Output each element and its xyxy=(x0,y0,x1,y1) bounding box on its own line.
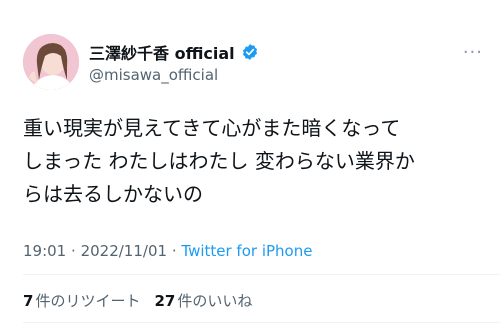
display-name[interactable]: 三澤紗千香 official xyxy=(89,40,235,64)
retweets-count: 7 xyxy=(23,292,34,310)
tweet-source-link[interactable]: Twitter for iPhone xyxy=(181,242,312,260)
retweets-label: 件のリツイート xyxy=(35,292,141,310)
tweet-stats: 7 件のリツイート 27 件のいいね xyxy=(23,290,252,311)
retweets-stat[interactable]: 7 件のリツイート xyxy=(23,290,140,311)
divider xyxy=(23,274,500,275)
tweet-date[interactable]: 2022/11/01 xyxy=(81,242,167,260)
tweet-text-line: しまった わたしはわたし 変わらない業界か xyxy=(23,149,415,173)
meta-separator: · xyxy=(71,242,76,260)
tweet-text-line: らは去るしかないの xyxy=(23,182,203,206)
avatar-image xyxy=(23,34,79,90)
likes-stat[interactable]: 27 件のいいね xyxy=(154,290,252,311)
name-row: 三澤紗千香 official xyxy=(89,40,259,64)
likes-count: 27 xyxy=(154,292,176,310)
tweet-meta: 19:01 · 2022/11/01 · Twitter for iPhone xyxy=(23,242,312,260)
tweet-text-line: 重い現実が見えてきて心がまた暗くなって xyxy=(23,116,401,140)
more-options-icon[interactable]: ··· xyxy=(453,40,483,64)
user-handle[interactable]: @misawa_official xyxy=(89,66,218,84)
tweet-header: 三澤紗千香 official @misawa_official ··· xyxy=(23,34,483,94)
tweet-text: 重い現実が見えてきて心がまた暗くなって しまった わたしはわたし 変わらない業界… xyxy=(23,112,483,211)
avatar[interactable] xyxy=(23,34,79,90)
divider xyxy=(23,322,500,323)
likes-label: 件のいいね xyxy=(177,292,253,310)
meta-separator: · xyxy=(171,242,177,260)
verified-badge-icon xyxy=(242,44,257,60)
tweet-time[interactable]: 19:01 xyxy=(23,242,66,260)
